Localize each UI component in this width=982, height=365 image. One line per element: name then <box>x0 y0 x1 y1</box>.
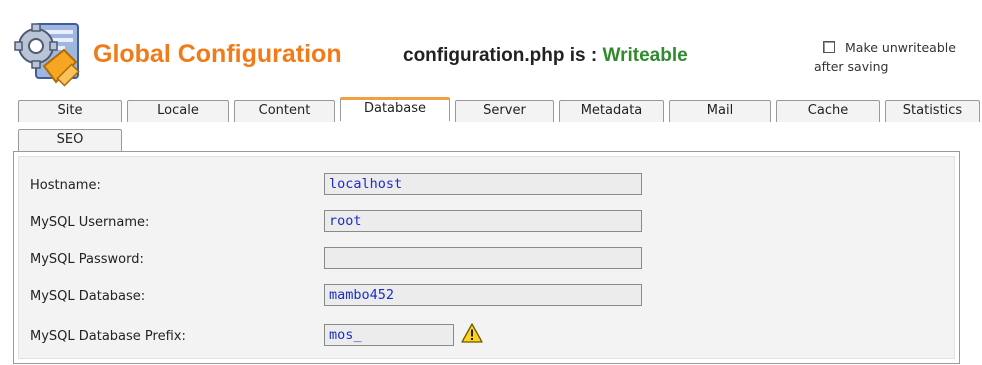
tab-cache[interactable]: Cache <box>776 100 880 122</box>
writeable-status: Writeable <box>602 45 688 66</box>
mysql-username-input[interactable]: root <box>324 210 642 232</box>
tab-site[interactable]: Site <box>18 100 122 122</box>
tab-metadata[interactable]: Metadata <box>559 100 664 122</box>
mysql-database-input[interactable]: mambo452 <box>324 284 642 306</box>
tab-database[interactable]: Database <box>340 97 450 121</box>
make-unwriteable-option[interactable]: Make unwriteable after saving <box>814 38 982 76</box>
warning-icon <box>461 323 483 343</box>
mysql-prefix-input[interactable]: mos_ <box>324 324 454 346</box>
cut-off-text <box>0 0 982 8</box>
page-title: Global Configuration <box>93 40 342 68</box>
database-form: Hostname: localhost MySQL Username: root… <box>18 156 955 359</box>
tab-seo[interactable]: SEO <box>18 129 122 151</box>
make-unwriteable-label: Make unwriteable after saving <box>814 40 956 74</box>
tab-server[interactable]: Server <box>455 100 554 122</box>
mysql-database-label: MySQL Database: <box>30 289 146 304</box>
database-settings-panel: Hostname: localhost MySQL Username: root… <box>13 151 960 364</box>
hostname-input[interactable]: localhost <box>324 173 642 195</box>
mysql-password-input[interactable] <box>324 247 642 269</box>
mysql-prefix-label: MySQL Database Prefix: <box>30 329 186 344</box>
make-unwriteable-checkbox[interactable] <box>823 41 835 53</box>
hostname-label: Hostname: <box>30 178 101 193</box>
tab-content[interactable]: Content <box>234 100 335 122</box>
config-file-status: configuration.php is : Writeable <box>403 45 688 67</box>
mysql-password-label: MySQL Password: <box>30 252 144 267</box>
tab-mail[interactable]: Mail <box>669 100 771 122</box>
tab-statistics[interactable]: Statistics <box>885 100 980 122</box>
tab-locale[interactable]: Locale <box>127 100 229 122</box>
page-header: Global Configuration configuration.php i… <box>14 20 982 92</box>
mysql-username-label: MySQL Username: <box>30 215 150 230</box>
config-file-label: configuration.php is : <box>403 45 598 66</box>
config-tools-icon <box>14 23 80 87</box>
